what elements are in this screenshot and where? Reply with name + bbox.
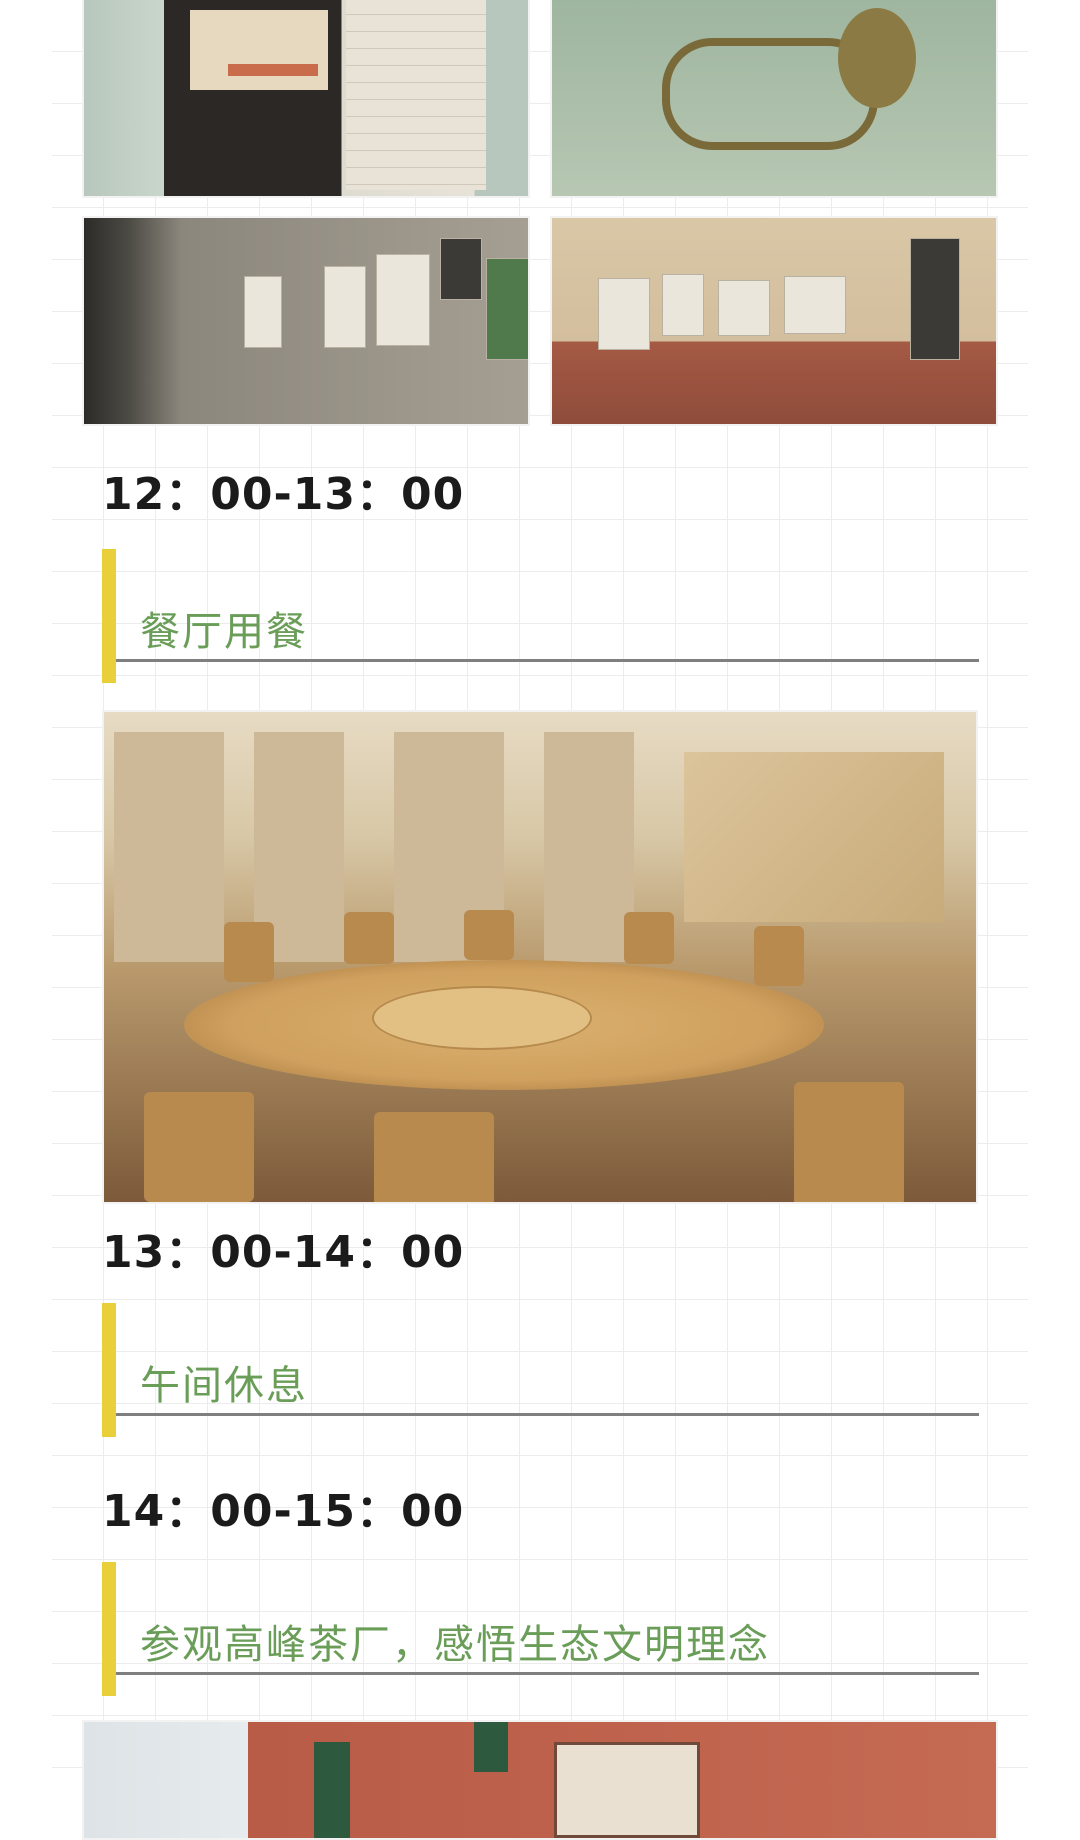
exhibit-frame <box>486 258 528 360</box>
article-page: 12：00-13：00 餐厅用餐 13：00-14：00 午间休息 14：00-… <box>52 0 1028 1840</box>
exhibit-frame <box>718 280 770 336</box>
factory-sign <box>554 1742 700 1838</box>
schedule-time-2: 13：00-14：00 <box>102 1227 465 1278</box>
exhibit-frame <box>324 266 366 348</box>
schedule-activity-2: 午间休息 <box>140 1363 308 1409</box>
bugle-photo[interactable] <box>550 0 998 198</box>
bugle-bell <box>838 8 916 108</box>
factory-window <box>314 1742 350 1838</box>
exhibit-frame <box>440 238 482 300</box>
factory-window <box>474 1722 508 1772</box>
exhibit-frame <box>662 274 704 336</box>
chair <box>144 1092 254 1202</box>
restaurant-photo[interactable] <box>102 710 978 1204</box>
curtain <box>544 732 634 962</box>
lazy-susan <box>372 986 592 1050</box>
curtain <box>114 732 224 962</box>
exhibition-hall-photo-1[interactable] <box>82 216 530 426</box>
chair <box>464 910 514 960</box>
chair <box>794 1082 904 1202</box>
exhibit-frame <box>244 276 282 348</box>
schedule-section-2: 午间休息 <box>102 1303 1032 1437</box>
letter-paper <box>346 0 486 190</box>
accent-bar <box>102 549 116 683</box>
schedule-activity-1: 餐厅用餐 <box>140 609 308 655</box>
tea-factory-photo[interactable] <box>82 1720 998 1840</box>
accent-bar <box>102 1562 116 1696</box>
underline-rule <box>116 1672 979 1675</box>
schedule-time-3: 14：00-15：00 <box>102 1486 465 1537</box>
schedule-time-1: 12：00-13：00 <box>102 469 465 520</box>
exhibition-hall-photo-2[interactable] <box>550 216 998 426</box>
schedule-section-1: 餐厅用餐 <box>102 549 1032 683</box>
chair <box>624 912 674 964</box>
wall-mural <box>684 752 944 922</box>
handwritten-note <box>190 10 328 90</box>
exhibit-frame <box>598 278 650 350</box>
chair <box>224 922 274 982</box>
underline-rule <box>116 659 979 662</box>
chair <box>344 912 394 964</box>
exhibit-frame <box>910 238 960 360</box>
schedule-activity-3: 参观高峰茶厂，感悟生态文明理念 <box>140 1622 770 1668</box>
chair <box>754 926 804 986</box>
exhibit-frame <box>376 254 430 346</box>
exhibit-frame <box>784 276 846 334</box>
accent-bar <box>102 1303 116 1437</box>
historic-letter-photo[interactable] <box>82 0 530 198</box>
chair <box>374 1112 494 1202</box>
schedule-section-3: 参观高峰茶厂，感悟生态文明理念 <box>102 1562 1032 1696</box>
underline-rule <box>116 1413 979 1416</box>
red-stamp <box>228 64 318 76</box>
